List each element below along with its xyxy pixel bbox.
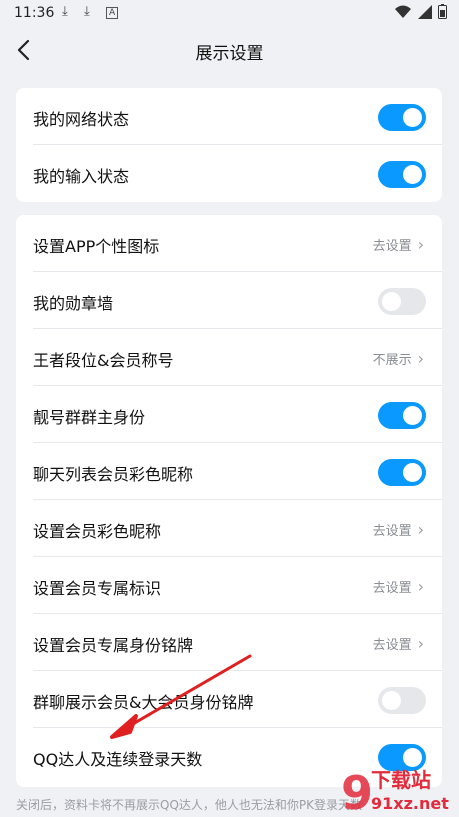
- chevron-right-icon: ›: [417, 235, 424, 254]
- setting-row-member-nameplate[interactable]: 设置会员专属身份铭牌 去设置 ›: [16, 614, 442, 671]
- wifi-icon: [395, 5, 411, 18]
- setting-row-input-status: 我的输入状态: [16, 145, 442, 202]
- go-setting-link[interactable]: 去设置 ›: [373, 634, 424, 654]
- pretty-number-owner-toggle[interactable]: [378, 402, 426, 429]
- setting-label: 群聊展示会员&大会员身份铭牌: [33, 693, 254, 712]
- go-setting-link[interactable]: 去设置 ›: [373, 520, 424, 540]
- not-shown-link[interactable]: 不展示 ›: [373, 349, 424, 369]
- setting-label: 我的勋章墙: [33, 294, 114, 313]
- go-setting-link[interactable]: 去设置 ›: [373, 577, 424, 597]
- setting-label: 我的输入状态: [33, 167, 130, 186]
- watermark-text: 下载站: [371, 768, 431, 792]
- setting-row-chat-list-color-nick: 聊天列表会员彩色昵称: [16, 443, 442, 500]
- chevron-right-icon: ›: [417, 520, 424, 539]
- setting-label: QQ达人及连续登录天数: [33, 750, 203, 769]
- setting-label: 设置会员彩色昵称: [33, 522, 162, 541]
- chevron-right-icon: ›: [417, 349, 424, 368]
- svg-text:9: 9: [341, 766, 373, 817]
- setting-label: 王者段位&会员称号: [33, 351, 174, 370]
- setting-row-group-nameplate: 群聊展示会员&大会员身份铭牌: [16, 671, 442, 728]
- setting-row-member-badge[interactable]: 设置会员专属标识 去设置 ›: [16, 557, 442, 614]
- input-status-toggle[interactable]: [378, 161, 426, 188]
- chevron-right-icon: ›: [417, 577, 424, 596]
- setting-row-app-icon[interactable]: 设置APP个性图标 去设置 ›: [16, 215, 442, 272]
- setting-row-medal-wall: 我的勋章墙: [16, 272, 442, 329]
- setting-row-pretty-number-owner: 靓号群群主身份: [16, 386, 442, 443]
- setting-label: 靓号群群主身份: [33, 408, 146, 427]
- setting-label: 我的网络状态: [33, 110, 130, 129]
- watermark-url: 91xz.net: [371, 794, 449, 813]
- download-icon: ⤓: [62, 4, 68, 19]
- watermark-logo: 9 下载站 91xz.net: [341, 766, 449, 817]
- status-bar: 11:36 ⤓ ⤓ A: [0, 0, 459, 26]
- setting-label: 设置会员专属标识: [33, 579, 162, 598]
- setting-label: 设置APP个性图标: [33, 237, 160, 256]
- setting-row-network-status: 我的网络状态: [16, 88, 442, 145]
- go-setting-link[interactable]: 去设置 ›: [373, 235, 424, 255]
- chat-list-color-nick-toggle[interactable]: [378, 459, 426, 486]
- status-time: 11:36: [14, 5, 55, 21]
- battery-icon: [438, 4, 447, 19]
- setting-label: 设置会员专属身份铭牌: [33, 636, 194, 655]
- nav-bar: 展示设置: [0, 26, 459, 74]
- page-title: 展示设置: [195, 44, 264, 64]
- chevron-right-icon: ›: [417, 634, 424, 653]
- download-icon: ⤓: [84, 4, 90, 19]
- setting-row-member-color-nick[interactable]: 设置会员彩色昵称 去设置 ›: [16, 500, 442, 557]
- medal-wall-toggle[interactable]: [378, 288, 426, 315]
- setting-label: 聊天列表会员彩色昵称: [33, 465, 194, 484]
- a-badge-icon: A: [106, 7, 119, 19]
- settings-card-display: 设置APP个性图标 去设置 › 我的勋章墙 王者段位&会员称号 不展示 › 靓号群群…: [16, 215, 442, 787]
- setting-row-rank-title[interactable]: 王者段位&会员称号 不展示 ›: [16, 329, 442, 386]
- settings-card-status: 我的网络状态 我的输入状态: [16, 88, 442, 202]
- status-right: [394, 4, 447, 19]
- signal-icon: [418, 4, 432, 19]
- group-nameplate-toggle[interactable]: [378, 687, 426, 714]
- network-status-toggle[interactable]: [378, 104, 426, 131]
